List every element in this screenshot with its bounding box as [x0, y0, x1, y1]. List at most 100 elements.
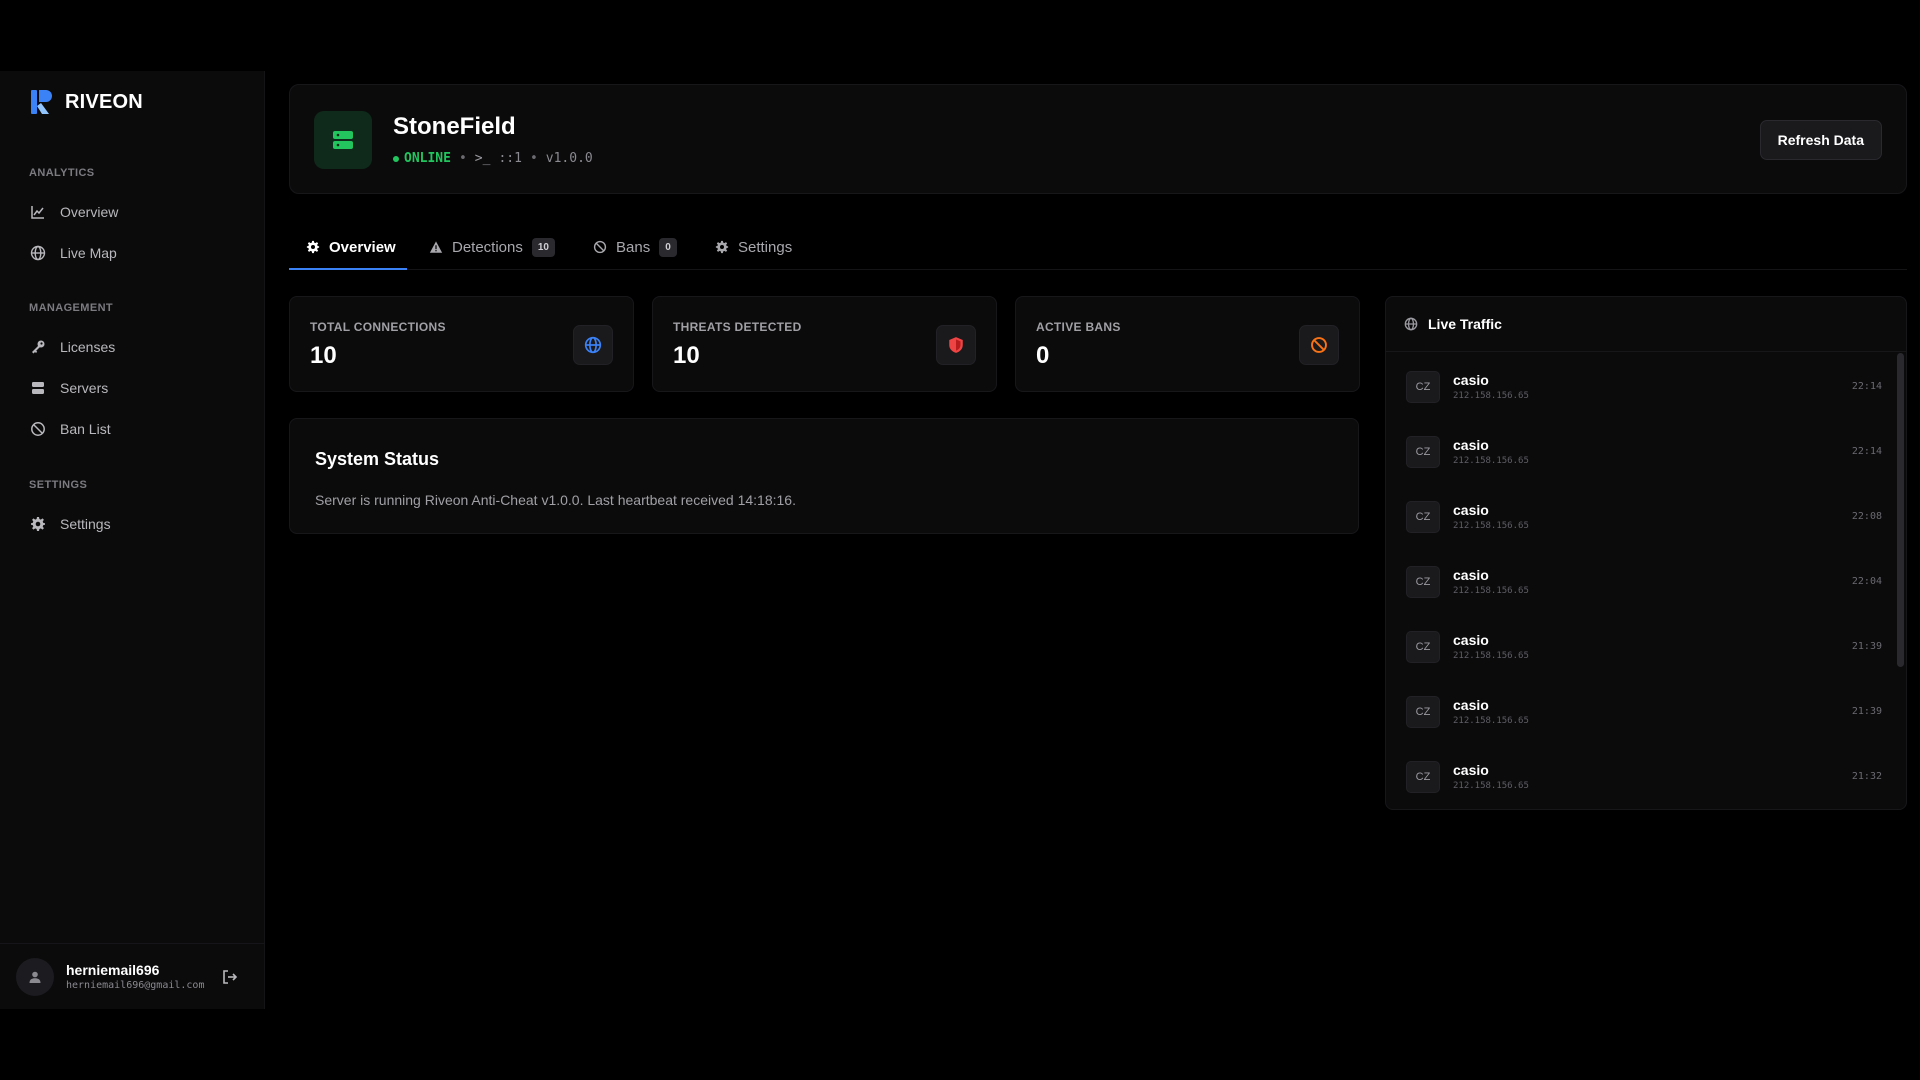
shield-icon	[949, 337, 963, 353]
live-traffic-panel: Live Traffic CZ casio 212.158.156.65 22:…	[1385, 296, 1907, 810]
sidebar-item-label: Live Map	[60, 245, 117, 261]
avatar	[16, 957, 54, 996]
timestamp: 21:39	[1851, 641, 1882, 652]
list-item[interactable]: CZ casio 212.158.156.65 21:32	[1386, 743, 1906, 808]
stat-icon-container	[573, 325, 613, 365]
globe-icon	[584, 336, 602, 354]
sidebar-item-label: Ban List	[60, 421, 111, 437]
system-status-title: System Status	[315, 449, 440, 469]
stat-label: THREATS DETECTED	[673, 320, 802, 334]
stat-card-threats-detected: THREATS DETECTED 10	[652, 296, 997, 392]
stat-value: 10	[310, 342, 337, 369]
system-status-card: System Status Server is running Riveon A…	[289, 418, 1359, 534]
gear-icon	[306, 240, 320, 254]
stat-icon-container	[1299, 325, 1339, 365]
separator: •	[529, 151, 538, 166]
gear-icon	[715, 240, 729, 254]
live-traffic-header: Live Traffic	[1386, 297, 1906, 352]
tab-label: Bans	[616, 238, 651, 256]
player-ip: 212.158.156.65	[1453, 586, 1529, 596]
riveon-logo-icon	[31, 90, 52, 114]
ban-icon	[593, 240, 607, 254]
tab-overview[interactable]: Overview	[306, 224, 396, 270]
key-icon	[32, 340, 45, 354]
list-item[interactable]: CZ casio 212.158.156.65 22:14	[1386, 418, 1906, 483]
detections-count-badge: 10	[531, 237, 555, 257]
live-traffic-list[interactable]: CZ casio 212.158.156.65 22:14 CZ casio 2…	[1386, 353, 1906, 809]
server-icon	[32, 382, 44, 394]
stat-value: 0	[1036, 342, 1050, 369]
sidebar: RIVEON ANALYTICS Overview Live Map MANAG…	[0, 71, 265, 1009]
player-ip: 212.158.156.65	[1453, 716, 1529, 726]
player-name: casio	[1453, 697, 1489, 713]
stat-card-active-bans: ACTIVE BANS 0	[1015, 296, 1360, 392]
user-email: herniemail696@gmail.com	[66, 980, 205, 991]
country-badge: CZ	[1406, 696, 1440, 728]
nav-section-settings: SETTINGS	[29, 479, 88, 491]
player-name: casio	[1453, 372, 1489, 388]
refresh-data-button[interactable]: Refresh Data	[1759, 120, 1882, 160]
player-name: casio	[1453, 502, 1489, 518]
timestamp: 21:32	[1851, 771, 1882, 782]
gear-icon	[31, 517, 45, 531]
sidebar-item-licenses[interactable]: Licenses	[24, 330, 244, 364]
warning-icon	[429, 241, 443, 253]
sidebar-item-ban-list[interactable]: Ban List	[24, 412, 244, 446]
brand[interactable]: RIVEON	[29, 88, 143, 116]
list-item[interactable]: CZ casio 212.158.156.65 22:08	[1386, 483, 1906, 548]
server-version: v1.0.0	[545, 151, 593, 166]
timestamp: 22:14	[1851, 446, 1882, 457]
globe-icon	[30, 245, 46, 261]
stat-value: 10	[673, 342, 700, 369]
server-avatar	[314, 111, 372, 169]
ban-icon	[1311, 337, 1327, 353]
player-name: casio	[1453, 632, 1489, 648]
server-meta: ONLINE • >_ ::1 • v1.0.0	[393, 151, 593, 166]
user-profile[interactable]: herniemail696 herniemail696@gmail.com	[0, 943, 265, 1009]
tab-bans[interactable]: Bans 0	[593, 224, 677, 270]
tab-label: Overview	[329, 238, 396, 256]
stat-label: ACTIVE BANS	[1036, 320, 1121, 334]
list-item[interactable]: CZ casio 212.158.156.65 21:39	[1386, 678, 1906, 743]
player-name: casio	[1453, 567, 1489, 583]
country-badge: CZ	[1406, 631, 1440, 663]
player-ip: 212.158.156.65	[1453, 781, 1529, 791]
tab-detections[interactable]: Detections 10	[429, 224, 555, 270]
online-dot-icon	[393, 155, 399, 162]
list-item[interactable]: CZ casio 212.158.156.65 21:39	[1386, 613, 1906, 678]
timestamp: 22:14	[1851, 381, 1882, 392]
separator: •	[458, 151, 467, 166]
tab-settings[interactable]: Settings	[715, 224, 792, 270]
user-icon	[29, 971, 41, 983]
timestamp: 22:04	[1851, 576, 1882, 587]
page-title: StoneField	[393, 113, 516, 140]
stat-icon-container	[936, 325, 976, 365]
server-icon	[333, 131, 353, 149]
traffic-scrollbar[interactable]	[1897, 353, 1904, 667]
ban-icon	[31, 422, 45, 436]
player-name: casio	[1453, 762, 1489, 778]
logout-icon[interactable]	[221, 968, 239, 986]
user-name: herniemail696	[66, 962, 160, 978]
tab-label: Detections	[452, 238, 523, 256]
tab-label: Settings	[738, 238, 793, 256]
player-ip: 212.158.156.65	[1453, 521, 1529, 531]
sidebar-item-servers[interactable]: Servers	[24, 371, 244, 405]
player-ip: 212.158.156.65	[1453, 391, 1529, 401]
country-badge: CZ	[1406, 436, 1440, 468]
player-ip: 212.158.156.65	[1453, 651, 1529, 661]
timestamp: 22:08	[1851, 511, 1882, 522]
list-item[interactable]: CZ casio 212.158.156.65 22:14	[1386, 353, 1906, 418]
country-badge: CZ	[1406, 761, 1440, 793]
system-status-text: Server is running Riveon Anti-Cheat v1.0…	[315, 492, 796, 508]
list-item[interactable]: CZ casio 212.158.156.65 22:04	[1386, 548, 1906, 613]
sidebar-item-overview[interactable]: Overview	[24, 195, 244, 229]
status-text: ONLINE	[404, 151, 451, 166]
sidebar-item-label: Servers	[60, 380, 109, 396]
globe-icon	[1404, 317, 1418, 331]
sidebar-item-label: Settings	[60, 516, 111, 532]
sidebar-item-settings[interactable]: Settings	[24, 507, 244, 541]
sidebar-item-live-map[interactable]: Live Map	[24, 236, 244, 270]
live-traffic-title: Live Traffic	[1428, 316, 1502, 332]
tab-bar: Overview Detections 10 Bans 0 Settings	[289, 224, 1907, 270]
